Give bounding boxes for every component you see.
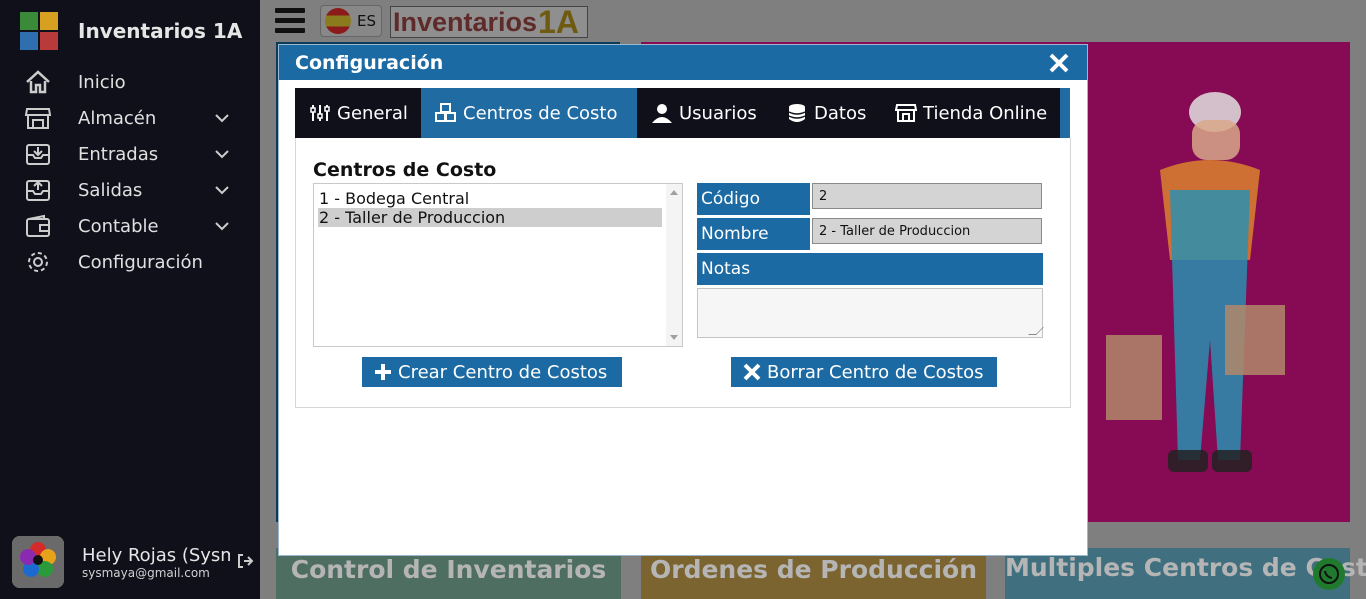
tab-datos[interactable]: Datos [772,88,881,138]
times-icon [743,363,761,381]
avatar[interactable] [12,536,64,588]
plus-icon [375,364,391,380]
create-cost-center-button[interactable]: Crear Centro de Costos [362,357,622,387]
header-logo[interactable]: Inventarios 1A [390,3,588,40]
sidebar-item-label: Inicio [78,71,126,93]
user-profile[interactable]: Hely Rojas (Sysmaya) sysmaya@gmail.com [12,536,260,588]
inbox-in-icon [26,144,50,165]
app-title: Inventarios 1A [78,19,243,43]
scroll-down-icon[interactable] [670,335,678,340]
codigo-label: Código [697,183,810,215]
chevron-down-icon[interactable] [212,216,232,236]
chevron-down-icon[interactable] [212,144,232,164]
user-icon [652,104,672,123]
whatsapp-icon[interactable] [1313,558,1345,590]
feature-card-title: Control de Inventarios [290,555,607,584]
tab-tienda-online[interactable]: Tienda Online [881,88,1060,138]
chevron-down-icon[interactable] [212,108,232,128]
configuration-modal: Configuración General Centros de Costo U… [278,44,1088,556]
sidebar-item-salidas[interactable]: Salidas [0,172,260,208]
user-email: sysmaya@gmail.com [82,566,210,580]
scrollbar[interactable] [666,184,682,346]
codigo-field[interactable]: 2 [812,183,1042,209]
scroll-up-icon[interactable] [670,190,678,195]
store-icon [24,108,52,129]
logo-text: Inventarios [393,6,538,37]
modal-title: Configuración [295,52,444,74]
sidebar-item-label: Salidas [78,179,143,201]
menu-toggle-icon[interactable] [275,8,305,36]
sliders-icon [310,105,330,121]
tab-centros-de-costo[interactable]: Centros de Costo [421,88,637,138]
sidebar-item-label: Entradas [78,143,159,165]
tab-label: Datos [814,102,867,124]
wallet-icon [26,214,50,237]
button-label: Crear Centro de Costos [398,361,608,383]
sidebar-item-entradas[interactable]: Entradas [0,136,260,172]
flower-logo-icon [12,536,64,588]
chevron-down-icon[interactable] [212,180,232,200]
spain-flag-icon [325,8,351,34]
worker-illustration [1106,92,1285,472]
brand[interactable]: Inventarios 1A [20,12,242,50]
sidebar-item-label: Contable [78,215,159,237]
language-code: ES [357,12,376,30]
tab-label: Centros de Costo [463,102,618,124]
tab-panel-centros-de-costo: Centros de Costo 1 - Bodega Central 2 - … [295,138,1071,408]
sidebar: Inventarios 1A Inicio Almacén Entradas S… [0,0,260,599]
cost-center-list[interactable]: 1 - Bodega Central 2 - Taller de Producc… [313,183,683,347]
app-logo-icon [20,12,58,50]
sidebar-item-almacen[interactable]: Almacén [0,100,260,136]
list-item[interactable]: 1 - Bodega Central [318,189,662,208]
modal-header: Configuración [279,45,1087,80]
button-label: Borrar Centro de Costos [767,361,984,383]
user-name: Hely Rojas (Sysmaya) [82,545,230,566]
home-icon [26,70,50,94]
tab-bar: General Centros de Costo Usuarios Datos … [295,88,1070,138]
database-icon [788,104,806,122]
cubes-icon [435,103,456,122]
sidebar-item-configuracion[interactable]: Configuración [0,244,260,280]
tab-label: Tienda Online [923,102,1048,124]
delete-cost-center-button[interactable]: Borrar Centro de Costos [731,357,997,387]
tab-general[interactable]: General [295,88,421,138]
notas-label: Notas [697,253,1043,285]
panel-title: Centros de Costo [313,159,497,181]
list-item-selected[interactable]: 2 - Taller de Produccion [318,208,662,227]
sidebar-item-label: Almacén [78,107,157,129]
feature-card-title: Multiples Centros de Costo [1005,553,1366,582]
logout-icon[interactable] [236,552,254,570]
sidebar-item-inicio[interactable]: Inicio [0,64,260,100]
gear-icon [28,252,48,272]
nombre-label: Nombre [697,218,810,250]
feature-card-title: Ordenes de Producción [649,555,978,584]
tab-label: General [337,102,408,124]
sidebar-nav: Inicio Almacén Entradas Salidas Contable… [0,64,260,280]
language-selector[interactable]: ES [320,5,382,37]
top-bar: ES Inventarios 1A [260,0,1366,44]
storefront-icon [895,104,917,122]
resize-handle-icon[interactable] [1028,327,1044,335]
nombre-field[interactable]: 2 - Taller de Produccion [812,218,1042,244]
close-icon[interactable] [1047,51,1071,75]
notas-textarea[interactable] [697,288,1044,338]
sidebar-item-contable[interactable]: Contable [0,208,260,244]
tab-usuarios[interactable]: Usuarios [637,88,772,138]
tab-label: Usuarios [679,102,757,124]
logo-text-accent: 1A [538,3,579,40]
sidebar-item-label: Configuración [78,251,203,273]
inbox-out-icon [26,180,50,201]
